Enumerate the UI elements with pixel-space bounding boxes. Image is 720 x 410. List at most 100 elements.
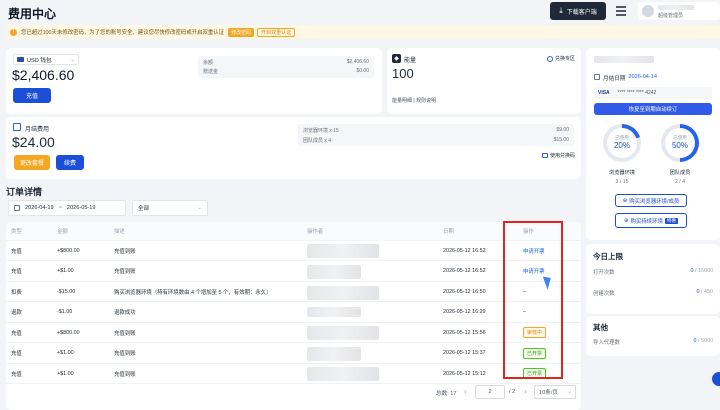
usage-label: 团队成员 2 / 4 xyxy=(656,169,704,185)
prev-page-button[interactable]: ‹ xyxy=(464,387,467,396)
card-info: VISA **** **** **** 4242 xyxy=(594,87,712,99)
change-plan-button[interactable]: 更改套餐 xyxy=(14,155,50,170)
wallet-card: USD 钱包 ⌄ $2,406.60 充值 余额 $2,406.60 赠送金 $… xyxy=(6,48,382,114)
calendar-icon xyxy=(594,74,600,80)
billing-date-row: 月结日期 2026-04-14 xyxy=(594,74,657,82)
limit-row: 导入代理数 0 / 5000 xyxy=(593,338,713,346)
order-type: 充值 xyxy=(11,330,22,337)
chevron-down-icon: ⌄ xyxy=(70,56,75,63)
download-client-button[interactable]: ⤓ 下载客户端 xyxy=(550,2,606,20)
other-limit-card: 其他 导入代理数 0 / 5000 xyxy=(586,316,720,356)
store-icon xyxy=(546,55,553,62)
warning-icon: ! xyxy=(10,28,17,36)
energy-card: ◆ 能量 兑换专区 100 能量明细 | 规则说明 xyxy=(387,48,581,114)
limit-row: 创建次数 0 / 450 xyxy=(593,289,713,297)
energy-icon: ◆ xyxy=(392,54,401,63)
limit-value: 0 / 450 xyxy=(696,289,714,295)
usage-count: 2 / 4 xyxy=(674,179,686,185)
page-title: 费用中心 xyxy=(8,7,57,21)
order-amount: +$800.00 xyxy=(57,329,80,336)
download-icon: ⤓ xyxy=(559,6,563,15)
user-menu[interactable]: 超级管理员 xyxy=(638,2,720,20)
order-amount: -$15.00 xyxy=(57,288,76,295)
usage-ring: 已使用 50% xyxy=(661,124,699,162)
energy-footer-links[interactable]: 能量明细 | 规则说明 xyxy=(392,97,436,104)
order-description: 充值到账 xyxy=(114,269,136,275)
orders-table: 类型 金额 描述 操作者 日期 操作 充值 +$800.00 充值到账 2026-05… xyxy=(6,222,581,410)
usage-ring: 已使用 20% xyxy=(603,124,641,162)
operator-redacted xyxy=(307,326,379,340)
order-description: 充值到账 xyxy=(114,330,136,337)
order-amount: +$1.00 xyxy=(57,370,74,377)
ring-percent: 50% xyxy=(671,141,688,150)
table-row: 充值 +$1.00 充值到账 2026-05-12 15:12 已开票 xyxy=(6,364,581,384)
order-type: 充值 xyxy=(11,248,22,255)
page-total: / 2 xyxy=(509,389,516,395)
restore-autopay-button[interactable]: 恢复至到期自动续订 xyxy=(594,103,712,115)
table-row: 扣费 -$15.00 购买浏览器环境（持有环境数由 4 个增加至 5 个，有效期：永… xyxy=(6,282,581,302)
change-password-button[interactable]: 修改密码 xyxy=(228,27,255,37)
action-column-highlight xyxy=(503,221,563,379)
menu-icon[interactable] xyxy=(616,5,626,16)
ring-percent: 20% xyxy=(613,141,630,150)
page-input[interactable]: 2 xyxy=(475,385,505,399)
buy-package-button[interactable]: ⊕ 购买持续环境 特惠 xyxy=(615,213,687,228)
table-row: 充值 +$1.00 充值到账 2026-05-12 15:37 已开票 xyxy=(6,344,581,364)
other-title: 其他 xyxy=(593,323,608,332)
table-header: 类型 金额 描述 操作者 日期 操作 xyxy=(6,222,581,241)
table-row: 充值 +$800.00 充值到账 2026-05-12 15:56 审核中 xyxy=(6,323,581,343)
next-page-button[interactable]: › xyxy=(524,387,527,396)
chevron-down-icon: ⌄ xyxy=(197,205,202,211)
pagination: 总数: 17 ‹ 2 / 2 › 10条/页 ⌄ xyxy=(6,385,581,401)
order-amount: +$1.00 xyxy=(57,350,74,356)
operator-redacted xyxy=(307,264,361,279)
table-row: 充值 +$800.00 充值到账 2026-05-12 16:52 申请开票 xyxy=(6,241,581,261)
order-amount: +$1.00 xyxy=(57,268,74,274)
operator-redacted xyxy=(307,244,379,258)
ticket-icon xyxy=(541,153,548,158)
order-description: 充值到账 xyxy=(114,371,136,378)
order-date: 2026-05-12 16:52 xyxy=(443,268,486,274)
limit-value: 0 / 15000 xyxy=(690,268,714,274)
limit-label: 打开次数 xyxy=(593,270,615,276)
order-type: 充值 xyxy=(11,269,22,275)
limit-label: 创建次数 xyxy=(593,291,615,297)
calendar-icon xyxy=(14,205,20,211)
total-count: 总数: 17 xyxy=(436,391,457,397)
renew-button[interactable]: 续费 xyxy=(56,155,84,170)
order-type: 充值 xyxy=(11,351,22,357)
password-notice: ! 您已超过100天未修改密码，为了您的账号安全，建议您尽快修改密码或开启双重认… xyxy=(6,25,720,39)
coupon-link[interactable]: 使用兑换码 xyxy=(541,152,575,159)
limit-label: 导入代理数 xyxy=(593,340,620,346)
buy-env-members-button[interactable]: ⊕ 购买浏览器环境/成员 xyxy=(615,194,687,207)
order-date: 2026-05-12 15:37 xyxy=(443,350,486,356)
operator-redacted xyxy=(307,306,361,317)
page-size-select[interactable]: 10条/页 ⌄ xyxy=(534,385,576,399)
order-type: 充值 xyxy=(11,371,22,378)
recharge-button[interactable]: 充值 xyxy=(13,88,51,103)
table-row: 充值 +$1.00 充值到账 2026-05-12 16:52 申请开票 xyxy=(6,262,581,282)
type-filter-select[interactable]: 全部 ⌄ xyxy=(132,200,208,216)
energy-value: 100 xyxy=(392,66,414,81)
order-description: 充值到账 xyxy=(114,351,136,357)
order-description: 充值到账 xyxy=(114,248,136,255)
operator-redacted xyxy=(307,346,361,361)
order-date: 2026-05-12 16:52 xyxy=(443,247,486,254)
daily-limit-card: 今日上限 打开次数 0 / 15000 创建次数 0 / 450 xyxy=(586,244,720,314)
calendar-icon xyxy=(13,123,21,131)
currency-selector[interactable]: USD 钱包 ⌄ xyxy=(13,54,79,65)
order-description: 退款成功 xyxy=(114,310,136,316)
wallet-balance: $2,406.60 xyxy=(12,67,75,83)
exchange-store-link[interactable]: 兑换专区 xyxy=(546,55,575,62)
monthly-amount: $24.00 xyxy=(12,134,55,150)
chevron-down-icon: ⌄ xyxy=(567,389,572,395)
chat-float-button[interactable] xyxy=(712,372,720,386)
order-date: 2026-05-12 15:56 xyxy=(443,329,486,336)
enable-2fa-button[interactable]: 开启双重认证 xyxy=(257,27,296,37)
order-amount: +$800.00 xyxy=(57,247,80,254)
order-amount: -$1.00 xyxy=(57,309,73,315)
date-range-picker[interactable]: 2026-04-19 ~ 2026-05-19 xyxy=(8,200,126,216)
operator-redacted xyxy=(307,367,379,381)
billing-side-card: 月结日期 2026-04-14 VISA **** **** **** 4242… xyxy=(586,48,720,240)
limit-row: 打开次数 0 / 15000 xyxy=(593,268,713,276)
